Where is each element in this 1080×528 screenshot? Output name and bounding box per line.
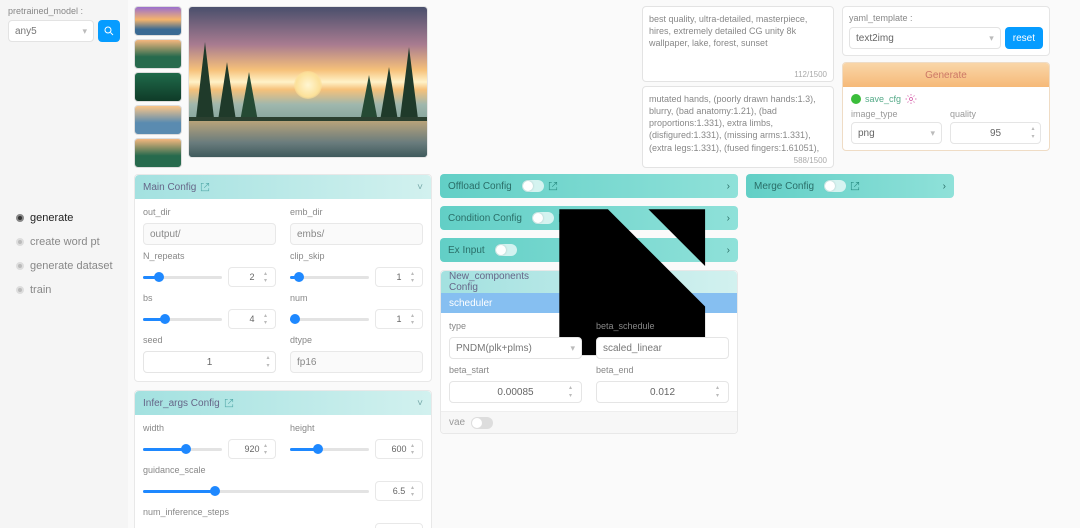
ex-toggle[interactable] bbox=[495, 244, 517, 256]
emb-dir-input[interactable]: embs/ bbox=[290, 223, 423, 245]
bs-slider[interactable] bbox=[143, 312, 222, 326]
chevron-down-icon: ▾ bbox=[82, 26, 87, 37]
steps-value[interactable]: 40▴▾ bbox=[375, 523, 423, 528]
positive-prompt[interactable]: best quality, ultra-detailed, masterpiec… bbox=[642, 6, 834, 82]
thumbnail-2[interactable] bbox=[134, 39, 182, 69]
thumbnail-4[interactable] bbox=[134, 105, 182, 135]
merge-toggle[interactable] bbox=[824, 180, 846, 192]
thumbnail-strip bbox=[134, 6, 182, 168]
beta-end-input[interactable]: 0.012▴▾ bbox=[596, 381, 729, 403]
width-value[interactable]: 920▴▾ bbox=[228, 439, 276, 459]
yaml-template-select[interactable]: text2img▾ bbox=[849, 27, 1001, 49]
tab-generate-dataset[interactable]: generate dataset bbox=[16, 260, 120, 272]
tab-generate[interactable]: generate bbox=[16, 212, 120, 224]
sidebar: pretrained_model : any5 ▾ generate creat… bbox=[0, 0, 128, 528]
height-value[interactable]: 600▴▾ bbox=[375, 439, 423, 459]
main-area: best quality, ultra-detailed, masterpiec… bbox=[128, 0, 1080, 528]
offload-toggle[interactable] bbox=[522, 180, 544, 192]
vae-bar[interactable]: vae bbox=[441, 411, 737, 433]
clip-skip-value[interactable]: 1▴▾ bbox=[375, 267, 423, 287]
generate-card: Generate save_cfg image_type png▾ bbox=[842, 62, 1050, 151]
beta-start-input[interactable]: 0.00085▴▾ bbox=[449, 381, 582, 403]
vae-toggle[interactable] bbox=[471, 417, 493, 429]
reset-button[interactable]: reset bbox=[1005, 27, 1043, 49]
condition-toggle[interactable] bbox=[532, 212, 554, 224]
main-config-header[interactable]: Main Config ˅ bbox=[135, 175, 431, 199]
yaml-template-box: yaml_template : text2img▾ reset bbox=[842, 6, 1050, 56]
tab-train[interactable]: train bbox=[16, 284, 120, 296]
generate-button[interactable]: Generate bbox=[843, 63, 1049, 87]
chevron-down-icon: ▾ bbox=[989, 33, 994, 44]
chevron-down-icon: ˅ bbox=[417, 182, 423, 193]
scheduler-type-select[interactable]: PNDM(plk+plms)▾ bbox=[449, 337, 582, 359]
out-dir-input[interactable]: output/ bbox=[143, 223, 276, 245]
main-config-panel: Main Config ˅ out_dir output/ N_repeats … bbox=[134, 174, 432, 382]
external-link-icon bbox=[224, 398, 234, 408]
chevron-down-icon: ▾ bbox=[570, 343, 575, 354]
external-link-icon bbox=[850, 181, 860, 191]
n-repeats-slider[interactable] bbox=[143, 270, 222, 284]
clip-skip-slider[interactable] bbox=[290, 270, 369, 284]
width-slider[interactable] bbox=[143, 442, 222, 456]
tab-create-word-pt[interactable]: create word pt bbox=[16, 236, 120, 248]
search-button[interactable] bbox=[98, 20, 120, 42]
infer-args-header[interactable]: Infer_args Config ˅ bbox=[135, 391, 431, 415]
preview-image[interactable] bbox=[188, 6, 428, 158]
save-cfg-checkbox[interactable] bbox=[851, 94, 861, 104]
chevron-down-icon: ˅ bbox=[417, 398, 423, 409]
beta-schedule-select[interactable]: scaled_linear bbox=[596, 337, 729, 359]
pretrained-model-label: pretrained_model : bbox=[8, 6, 120, 16]
external-link-icon bbox=[200, 182, 210, 192]
thumbnail-3[interactable] bbox=[134, 72, 182, 102]
gear-icon[interactable] bbox=[905, 93, 917, 105]
height-slider[interactable] bbox=[290, 442, 369, 456]
guidance-scale-slider[interactable] bbox=[143, 484, 369, 498]
merge-config-bar[interactable]: Merge Config › bbox=[746, 174, 954, 198]
chevron-right-icon: › bbox=[943, 181, 946, 192]
num-value[interactable]: 1▴▾ bbox=[375, 309, 423, 329]
thumbnail-1[interactable] bbox=[134, 6, 182, 36]
thumbnail-5[interactable] bbox=[134, 138, 182, 168]
infer-args-panel: Infer_args Config ˅ width 920▴▾ height bbox=[134, 390, 432, 528]
bs-value[interactable]: 4▴▾ bbox=[228, 309, 276, 329]
search-icon bbox=[103, 25, 115, 37]
quality-input[interactable]: 95▴▾ bbox=[950, 122, 1041, 144]
image-type-select[interactable]: png▾ bbox=[851, 122, 942, 144]
seed-input[interactable]: 1▴▾ bbox=[143, 351, 276, 373]
new-components-panel: New_components Config scheduler type PND… bbox=[440, 270, 738, 434]
num-slider[interactable] bbox=[290, 312, 369, 326]
guidance-scale-value[interactable]: 6.5▴▾ bbox=[375, 481, 423, 501]
dtype-input[interactable]: fp16 bbox=[290, 351, 423, 373]
new-components-header[interactable]: New_components Config bbox=[441, 271, 737, 293]
positive-counter: 112/1500 bbox=[794, 70, 827, 79]
pretrained-model-select[interactable]: any5 ▾ bbox=[8, 20, 94, 42]
n-repeats-value[interactable]: 2▴▾ bbox=[228, 267, 276, 287]
chevron-down-icon: ▾ bbox=[930, 128, 935, 139]
negative-counter: 588/1500 bbox=[794, 156, 827, 165]
negative-prompt[interactable]: mutated hands, (poorly drawn hands:1.3),… bbox=[642, 86, 834, 168]
